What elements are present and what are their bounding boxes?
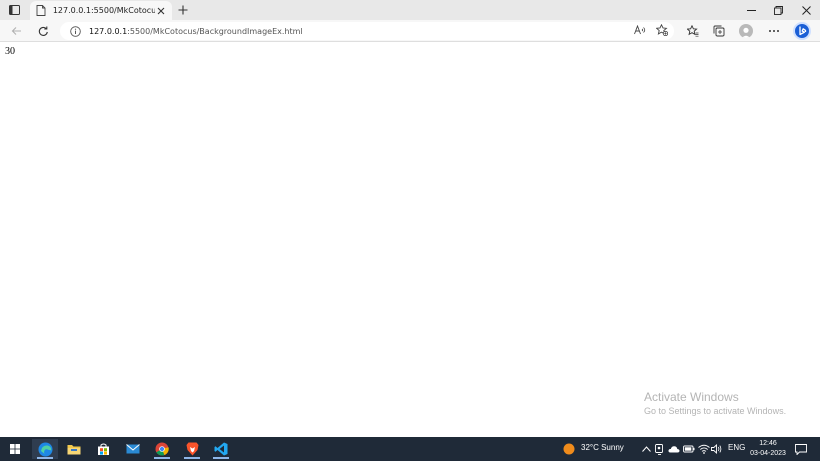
clock-date: 03-04-2023 (750, 450, 786, 457)
running-indicator (213, 457, 229, 459)
onedrive-icon[interactable] (668, 443, 680, 455)
activation-watermark: Activate Windows Go to Settings to activ… (644, 390, 786, 416)
file-explorer-icon[interactable] (61, 439, 87, 459)
running-indicator (184, 457, 200, 459)
taskbar: 32°C Sunny ENG 12:46 03-04-2023 (0, 437, 820, 461)
battery-icon[interactable] (683, 443, 695, 455)
info-icon[interactable] (70, 25, 81, 37)
vscode-icon[interactable] (208, 439, 234, 459)
address-host: 127.0.0.1 (89, 26, 128, 36)
meet-icon[interactable] (654, 443, 666, 455)
minimize-icon[interactable] (737, 0, 765, 20)
browser-tab[interactable]: 127.0.0.1:5500/MkCotocus/BackgroundImage… (30, 1, 172, 20)
edge-icon[interactable] (32, 439, 58, 459)
address-path: :5500/MkCotocus/BackgroundImageEx.html (127, 26, 303, 36)
watermark-title: Activate Windows (644, 390, 739, 404)
windows-start-icon[interactable] (2, 439, 28, 459)
plus-icon[interactable] (176, 3, 190, 17)
volume-icon[interactable] (711, 443, 723, 455)
window-close-icon[interactable] (792, 0, 820, 20)
weather-text[interactable]: 32°C Sunny (581, 443, 624, 452)
running-indicator (154, 457, 170, 459)
brave-icon[interactable] (179, 439, 205, 459)
page-favicon (35, 5, 47, 17)
browser-toolbar: 127.0.0.1:5500/MkCotocus/BackgroundImage… (0, 20, 820, 42)
close-icon[interactable] (155, 5, 167, 17)
page-content: 30 Activate Windows Go to Settings to ac… (0, 43, 820, 437)
address-url: 127.0.0.1:5500/MkCotocus/BackgroundImage… (89, 27, 303, 36)
favorite-add-icon[interactable] (655, 23, 669, 37)
refresh-icon[interactable] (35, 23, 51, 39)
wifi-icon[interactable] (698, 443, 710, 455)
weather-sun-icon[interactable] (563, 443, 575, 455)
chevron-up-icon[interactable] (640, 443, 652, 455)
mail-icon[interactable] (120, 439, 146, 459)
more-icon[interactable] (766, 23, 782, 39)
collections-icon[interactable] (711, 23, 727, 39)
chrome-icon[interactable] (149, 439, 175, 459)
watermark-subtitle: Go to Settings to activate Windows. (644, 406, 787, 416)
clock[interactable]: 12:46 03-04-2023 (748, 439, 788, 459)
tab-title: 127.0.0.1:5500/MkCotocus/BackgroundImage… (52, 6, 156, 15)
back-icon[interactable] (8, 23, 24, 39)
read-aloud-icon[interactable] (633, 23, 647, 37)
restore-icon[interactable] (764, 0, 792, 20)
page-output-text: 30 (5, 46, 15, 57)
active-indicator (37, 457, 53, 459)
store-icon[interactable] (90, 439, 116, 459)
clock-time: 12:46 (759, 440, 777, 447)
bing-icon[interactable] (793, 22, 811, 40)
language-indicator[interactable]: ENG (728, 443, 745, 452)
address-bar[interactable]: 127.0.0.1:5500/MkCotocus/BackgroundImage… (60, 22, 674, 40)
favorites-icon[interactable] (685, 23, 701, 39)
notification-icon[interactable] (795, 443, 807, 455)
tab-strip: 127.0.0.1:5500/MkCotocus/BackgroundImage… (0, 0, 820, 20)
tab-actions-icon[interactable] (6, 3, 22, 17)
profile-avatar[interactable] (739, 24, 753, 38)
